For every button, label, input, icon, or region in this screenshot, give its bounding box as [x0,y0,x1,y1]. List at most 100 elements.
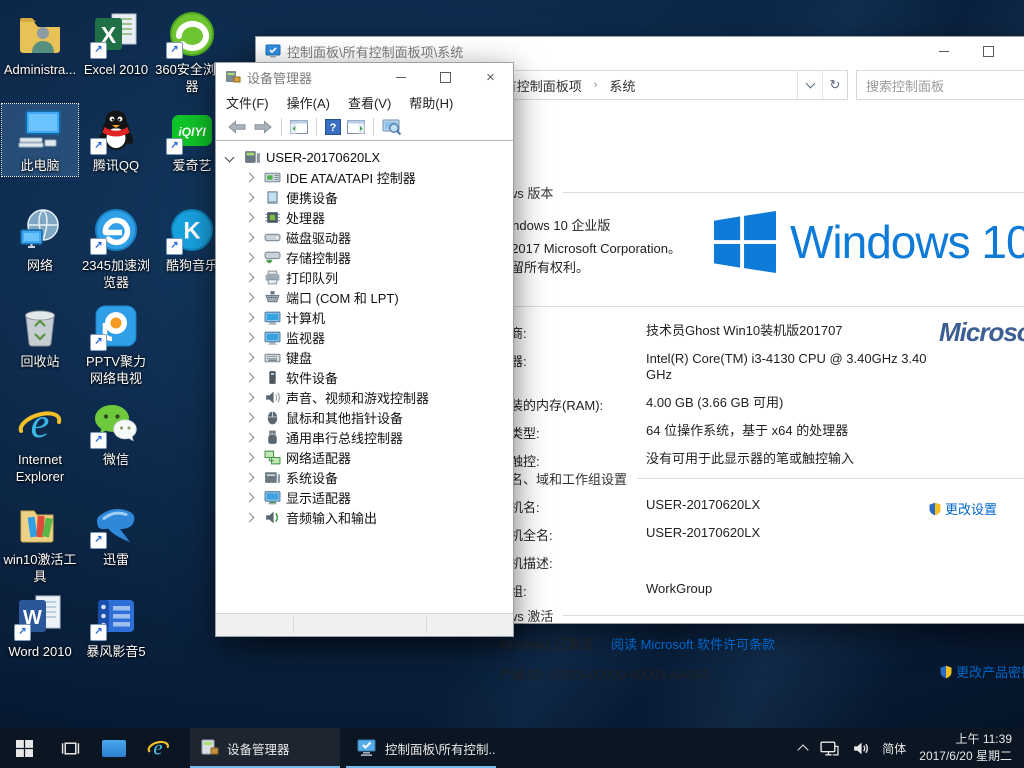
hidden-icons-chevron-icon[interactable] [798,744,809,755]
tree-item[interactable]: 鼠标和其他指针设备 [216,407,511,427]
computer-name-row: 计算机描述: [484,553,964,572]
forward-icon[interactable] [250,118,276,136]
tree-item[interactable]: 存储控制器 [216,247,511,267]
desktop-icon-network[interactable]: 网络 [2,204,78,276]
tree-chevron-icon[interactable] [245,352,255,362]
desktop-icon-administrator[interactable]: Administra... [2,8,78,80]
tree-chevron-icon[interactable] [245,252,255,262]
address-dropdown-icon[interactable] [797,71,822,99]
tree-item[interactable]: 音频输入和输出 [216,507,511,527]
taskbar-button-device-manager[interactable]: 设备管理器 [190,728,340,768]
tree-item[interactable]: 软件设备 [216,367,511,387]
tree-item[interactable]: 网络适配器 [216,447,511,467]
desktop-icon-excel-2010[interactable]: X↗Excel 2010 [78,8,154,80]
360-browser-icon: ↗ [168,10,216,58]
tree-chevron-icon[interactable] [245,172,255,182]
desktop-icon-label: Excel 2010 [78,61,154,78]
device-manager-titlebar[interactable]: 设备管理器 × [216,63,513,91]
breadcrumb-system[interactable]: 系统 [605,76,639,95]
tree-item[interactable]: 通用串行总线控制器 [216,427,511,447]
tree-item[interactable]: 便携设备 [216,187,511,207]
desktop-icon-recycle-bin[interactable]: 回收站 [2,300,78,372]
search-input[interactable]: 搜索控制面板 [856,70,1024,100]
desktop-icon-win10-activator[interactable]: win10激活工具 [2,498,78,587]
tree-chevron-icon[interactable] [245,212,255,222]
tree-item[interactable]: 处理器 [216,207,511,227]
tree-chevron-icon[interactable] [245,472,255,482]
tree-chevron-icon[interactable] [225,152,235,162]
tree-item[interactable]: 监视器 [216,327,511,347]
tree-item[interactable]: 计算机 [216,307,511,327]
desktop-icon-pptv[interactable]: ↗PPTV聚力 网络电视 [78,300,154,389]
tree-item[interactable]: 键盘 [216,347,511,367]
menu-view[interactable]: 查看(V) [348,93,391,112]
tree-chevron-icon[interactable] [245,392,255,402]
close-button[interactable]: × [468,63,513,91]
desktop-icon-label: 腾讯QQ [78,157,154,174]
menu-action[interactable]: 操作(A) [287,93,330,112]
maximize-button[interactable] [966,37,1011,65]
menu-help[interactable]: 帮助(H) [409,93,453,112]
tree-chevron-icon[interactable] [245,292,255,302]
tree-chevron-icon[interactable] [245,272,255,282]
tree-chevron-icon[interactable] [245,372,255,382]
scan-hardware-icon[interactable] [379,117,405,137]
tree-chevron-icon[interactable] [245,232,255,242]
system-window-titlebar[interactable]: 控制面板\所有控制面板项\系统 × [256,37,1024,65]
minimize-button[interactable] [921,37,966,65]
tree-root-computer[interactable]: USER-20170620LX [216,147,511,167]
desktop-icon-storm-player[interactable]: ↗暴风影音5 [78,590,154,662]
back-icon[interactable] [224,118,250,136]
tree-chevron-icon[interactable] [245,312,255,322]
tree-item[interactable]: 系统设备 [216,467,511,487]
tree-chevron-icon[interactable] [245,412,255,422]
tree-item[interactable]: 磁盘驱动器 [216,227,511,247]
taskbar-button-control-panel[interactable]: 控制面板\所有控制... [346,728,496,768]
desktop-icon-xunlei[interactable]: ↗迅雷 [78,498,154,570]
device-category-icon [264,430,281,445]
tree-chevron-icon[interactable] [245,432,255,442]
change-product-key-link[interactable]: 更改产品密钥 [939,662,1024,681]
maximize-button[interactable] [423,63,468,91]
pinned-internet-explorer[interactable]: e [136,728,180,768]
help-icon[interactable]: ? [322,117,344,137]
desktop-icon-label: 2345加速浏览器 [78,257,154,291]
console-tree-icon[interactable] [287,118,311,136]
tree-chevron-icon[interactable] [245,452,255,462]
desktop-icon-wechat[interactable]: ↗微信 [78,398,154,470]
toolbar-separator [281,118,282,136]
system-tray: 简体 上午 11:39 2017/6/20 星期二 [799,731,1024,765]
license-terms-link[interactable]: 阅读 Microsoft 软件许可条款 [611,637,775,652]
desktop-icon-internet-explorer[interactable]: eInternet Explorer [2,398,78,487]
pinned-blue-screen-app[interactable] [92,728,136,768]
this-pc-icon [16,106,64,154]
desktop-icon-label: PPTV聚力 网络电视 [78,353,154,387]
tree-item[interactable]: 声音、视频和游戏控制器 [216,387,511,407]
tree-item[interactable]: IDE ATA/ATAPI 控制器 [216,167,511,187]
tree-chevron-icon[interactable] [245,512,255,522]
device-category-icon [264,370,281,385]
language-indicator[interactable]: 简体 [882,740,906,757]
desktop-icon-this-pc[interactable]: 此电脑 [2,104,78,176]
menu-file[interactable]: 文件(F) [226,93,269,112]
minimize-button[interactable] [378,63,423,91]
clock[interactable]: 上午 11:39 2017/6/20 星期二 [919,731,1012,765]
tree-item-label: 磁盘驱动器 [286,228,351,247]
tree-chevron-icon[interactable] [245,492,255,502]
network-icon[interactable] [820,741,839,756]
desktop-icon-2345-browser[interactable]: ↗2345加速浏览器 [78,204,154,293]
refresh-icon[interactable]: ↻ [822,71,847,99]
task-view-button[interactable] [48,728,92,768]
desktop-icon-tencent-qq[interactable]: ↗腾讯QQ [78,104,154,176]
tree-chevron-icon[interactable] [245,192,255,202]
tree-item[interactable]: 显示适配器 [216,487,511,507]
volume-icon[interactable] [852,741,869,756]
desktop-icon-word-2010[interactable]: W↗Word 2010 [2,590,78,662]
change-settings-link[interactable]: 更改设置 [928,499,997,518]
tree-item[interactable]: 打印队列 [216,267,511,287]
tree-item[interactable]: 端口 (COM 和 LPT) [216,287,511,307]
start-button[interactable] [0,728,48,768]
close-button[interactable]: × [1011,37,1024,65]
action-pane-icon[interactable] [344,118,368,136]
tree-chevron-icon[interactable] [245,332,255,342]
